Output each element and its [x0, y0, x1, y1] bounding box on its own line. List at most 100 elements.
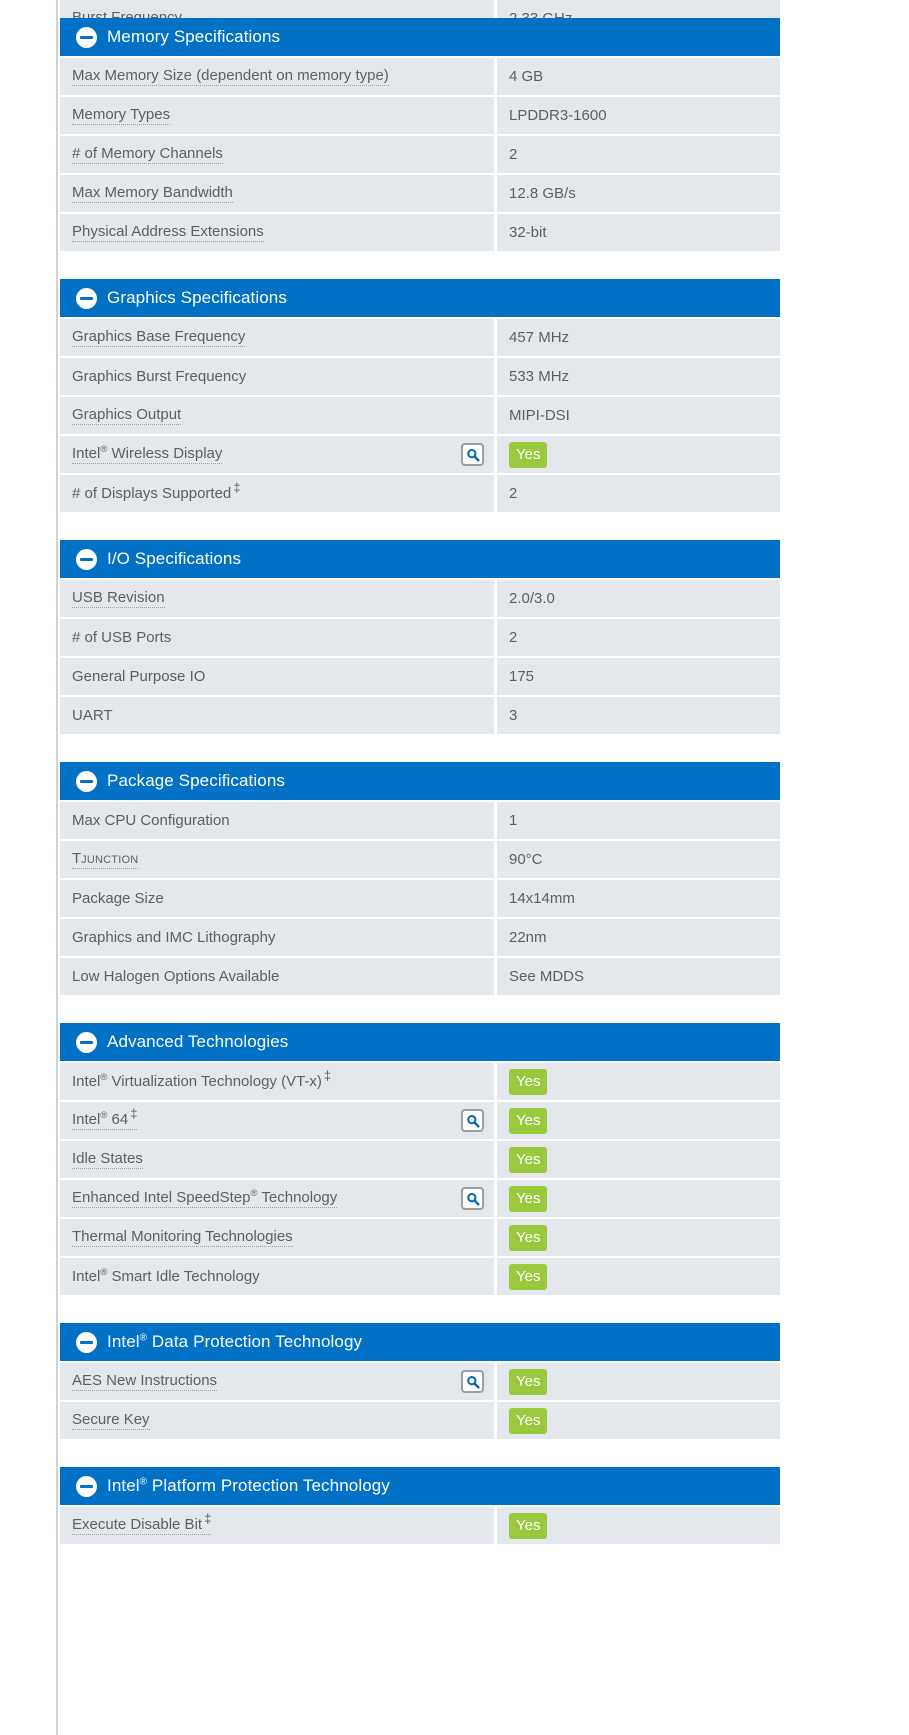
spec-value-text: 2	[509, 146, 518, 163]
spec-label-text: # of USB Ports	[72, 629, 172, 646]
minus-circle-icon[interactable]	[76, 287, 97, 309]
spec-section-graphics-specifications: Graphics Specifications Graphics Base Fre…	[0, 279, 909, 512]
spec-row: Thermal Monitoring Technologies Yes	[60, 1219, 780, 1256]
section-header-intel-data-protection-technology[interactable]: Intel® Data Protection Technology	[60, 1323, 780, 1361]
magnifier-search-icon[interactable]	[461, 1187, 484, 1210]
spec-value-cell: Yes	[497, 1102, 780, 1139]
spec-label-text[interactable]: Max Memory Size (dependent on memory typ…	[72, 67, 389, 86]
spec-label-text[interactable]: AES New Instructions	[72, 1372, 218, 1391]
section-header-memory-specifications[interactable]: Memory Specifications	[60, 18, 780, 56]
spec-value-cell: Yes	[497, 436, 780, 473]
spec-label-text[interactable]: USB Revision	[72, 589, 165, 608]
section-header-graphics-specifications[interactable]: Graphics Specifications	[60, 279, 780, 317]
spec-label-text[interactable]: Execute Disable Bit ‡	[72, 1512, 212, 1535]
spec-label-cell: Thermal Monitoring Technologies	[60, 1219, 494, 1256]
section-title: Package Specifications	[107, 771, 285, 790]
spec-label-text[interactable]: Graphics Base Frequency	[72, 328, 246, 347]
section-title: Advanced Technologies	[107, 1032, 289, 1051]
spec-value-text: 3	[509, 707, 518, 724]
spec-label-text[interactable]: Secure Key	[72, 1411, 150, 1430]
section-header-advanced-technologies[interactable]: Advanced Technologies	[60, 1023, 780, 1061]
magnifier-search-icon[interactable]	[461, 1109, 484, 1132]
spec-label-text: Package Size	[72, 890, 164, 907]
spec-label-cell: Package Size	[60, 880, 494, 917]
spec-value-text: 533 MHz	[509, 368, 570, 385]
spec-label-cell: Enhanced Intel SpeedStep® Technology	[60, 1180, 494, 1217]
spec-label-cell: Physical Address Extensions	[60, 214, 494, 251]
spec-label-text: Max CPU Configuration	[72, 812, 230, 829]
spec-section-io-specifications: I/O Specifications USB Revision 2.0/3.0 # o…	[0, 540, 909, 734]
spec-row: Execute Disable Bit ‡ Yes	[60, 1507, 780, 1544]
spec-value-text: 32-bit	[509, 224, 547, 241]
status-badge: Yes	[509, 1068, 548, 1095]
spec-label-cell: Intel® Virtualization Technology (VT-x) ‡	[60, 1063, 494, 1100]
spec-value-cell: 90°C	[497, 841, 780, 878]
spec-value-text: 457 MHz	[509, 329, 570, 346]
section-header-io-specifications[interactable]: I/O Specifications	[60, 540, 780, 578]
spec-label-text[interactable]: Thermal Monitoring Technologies	[72, 1228, 293, 1247]
spec-sections: Memory Specifications Max Memory Size (de…	[0, 18, 909, 1544]
spec-value-cell: MIPI-DSI	[497, 397, 780, 434]
spec-label-cell: Max CPU Configuration	[60, 802, 494, 839]
spec-page: Burst Frequency 2.33 GHz Memory Specific…	[0, 0, 909, 1572]
spec-value-cell: 1	[497, 802, 780, 839]
spec-label-text[interactable]: Idle States	[72, 1150, 143, 1169]
section-header-package-specifications[interactable]: Package Specifications	[60, 762, 780, 800]
spec-value-text: 90°C	[509, 851, 543, 868]
spec-label-text: Burst Frequency	[72, 9, 182, 18]
spec-label-text: Intel® Virtualization Technology (VT-x) ‡	[72, 1068, 332, 1090]
spec-row: # of Memory Channels 2	[60, 136, 780, 173]
spec-value-text: See MDDS	[509, 968, 585, 985]
spec-label-text: Intel® Smart Idle Technology	[72, 1267, 260, 1285]
spec-row: Intel® 64 ‡ Yes	[60, 1102, 780, 1139]
status-badge: Yes	[509, 1263, 548, 1290]
section-header-intel-platform-protection-technology[interactable]: Intel® Platform Protection Technology	[60, 1467, 780, 1505]
spec-label-cell: Burst Frequency	[60, 0, 494, 18]
spec-row: Max CPU Configuration 1	[60, 802, 780, 839]
spec-label-cell: # of Displays Supported ‡	[60, 475, 494, 512]
status-badge: Yes	[509, 1368, 548, 1395]
spec-value-cell: 12.8 GB/s	[497, 175, 780, 212]
spec-row: Low Halogen Options Available See MDDS	[60, 958, 780, 995]
spec-label-cell: Max Memory Bandwidth	[60, 175, 494, 212]
spec-label-text[interactable]: Enhanced Intel SpeedStep® Technology	[72, 1189, 338, 1208]
spec-value-cell: 32-bit	[497, 214, 780, 251]
minus-circle-icon[interactable]	[76, 770, 97, 792]
spec-row: Physical Address Extensions 32-bit	[60, 214, 780, 251]
minus-circle-icon[interactable]	[76, 1031, 97, 1053]
minus-circle-icon[interactable]	[76, 1331, 97, 1353]
spec-label-cell: AES New Instructions	[60, 1363, 494, 1400]
spec-label-text[interactable]: Max Memory Bandwidth	[72, 184, 233, 203]
spec-label-cell: Memory Types	[60, 97, 494, 134]
spec-label-text: General Purpose IO	[72, 668, 206, 685]
section-title: Intel® Platform Protection Technology	[107, 1476, 390, 1495]
spec-label-text[interactable]: TJUNCTION	[72, 850, 139, 869]
spec-label-text[interactable]: Physical Address Extensions	[72, 223, 264, 242]
status-badge: Yes	[509, 1512, 548, 1539]
spec-row: Graphics Output MIPI-DSI	[60, 397, 780, 434]
spec-row: General Purpose IO 175	[60, 658, 780, 695]
spec-label-text[interactable]: # of Memory Channels	[72, 145, 223, 164]
spec-label-text[interactable]: Intel® Wireless Display	[72, 445, 223, 464]
spec-value-text: 2	[509, 485, 518, 502]
magnifier-search-icon[interactable]	[461, 1370, 484, 1393]
spec-label-cell: Execute Disable Bit ‡	[60, 1507, 494, 1544]
minus-circle-icon[interactable]	[76, 26, 97, 48]
minus-circle-icon[interactable]	[76, 1475, 97, 1497]
magnifier-search-icon[interactable]	[461, 443, 484, 466]
spec-label-text[interactable]: Graphics Output	[72, 406, 182, 425]
spec-label-cell: # of Memory Channels	[60, 136, 494, 173]
spec-label-cell: Idle States	[60, 1141, 494, 1178]
spec-label-cell: TJUNCTION	[60, 841, 494, 878]
spec-value-text: 22nm	[509, 929, 547, 946]
spec-value-cell: 2	[497, 136, 780, 173]
spec-label-text[interactable]: Memory Types	[72, 106, 171, 125]
spec-label-text[interactable]: Intel® 64 ‡	[72, 1107, 138, 1130]
spec-value-cell: Yes	[497, 1219, 780, 1256]
spec-value-text: 175	[509, 668, 535, 685]
minus-circle-icon[interactable]	[76, 548, 97, 570]
status-badge: Yes	[509, 1185, 548, 1212]
spec-value-cell: 4 GB	[497, 58, 780, 95]
spec-row: Memory Types LPDDR3-1600	[60, 97, 780, 134]
section-title: Graphics Specifications	[107, 288, 287, 307]
